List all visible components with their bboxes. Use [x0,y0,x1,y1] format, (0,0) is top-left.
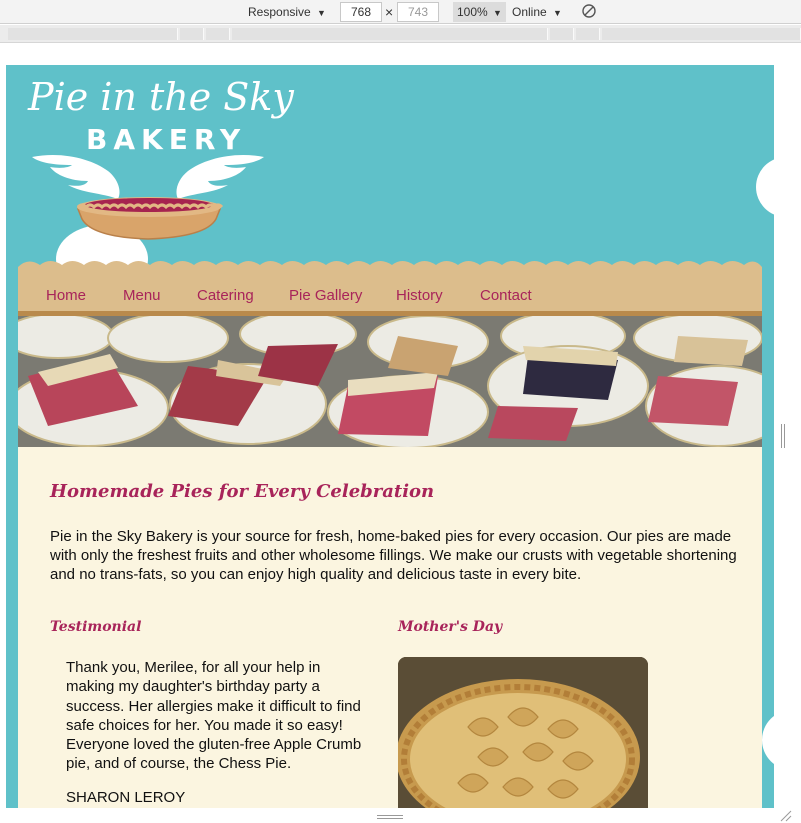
testimonial-author: SHARON LEROY [66,789,186,806]
page-viewport: Pie in the Sky BAKERY Home Menu Catering… [6,65,774,808]
nav-item-contact[interactable]: Contact [480,287,532,304]
dimension-separator: × [385,4,394,20]
height-input[interactable]: 743 [397,2,439,22]
hero-pie-slices-image [18,316,762,447]
page-title: Homemade Pies for Every Celebration [50,481,435,502]
viewport-gutter-right [774,43,801,823]
mothers-day-pie-image [398,657,648,808]
testimonial-heading: Testimonial [50,619,142,635]
zoom-label: 100% [457,5,488,19]
device-select[interactable]: Responsive ▼ [248,4,326,20]
testimonial-quote: Thank you, Merilee, for all your help in… [66,659,362,773]
resize-handle-right[interactable] [781,424,785,448]
nav-item-home[interactable]: Home [46,287,86,304]
device-label: Responsive [248,5,311,19]
bakery-logo[interactable]: Pie in the Sky BAKERY [22,71,294,271]
resize-corner-icon[interactable] [779,810,793,822]
intro-paragraph: Pie in the Sky Bakery is your source for… [50,528,737,583]
nav-item-pie-gallery[interactable]: Pie Gallery [289,287,362,304]
network-label: Online [512,5,547,19]
chevron-down-icon: ▼ [553,8,562,18]
media-query-ruler[interactable] [0,25,801,43]
width-input[interactable]: 768 [340,2,382,22]
devtools-toolbar: Responsive ▼ 768 × 743 100% ▼ Online ▼ [0,0,801,24]
chevron-down-icon: ▼ [493,8,502,18]
mothers-day-heading: Mother's Day [398,619,503,635]
nav-item-catering[interactable]: Catering [197,287,254,304]
zoom-select[interactable]: 100% ▼ [453,2,506,22]
resize-handle-bottom[interactable] [377,815,403,819]
cloud-decoration [762,710,774,770]
winged-pie-icon [32,154,264,271]
chevron-down-icon: ▼ [317,8,326,18]
nav-item-menu[interactable]: Menu [123,287,161,304]
network-select[interactable]: Online ▼ [512,4,562,20]
cloud-decoration [756,157,774,217]
main-content: Homemade Pies for Every Celebration Pie … [18,447,762,808]
nav-item-history[interactable]: History [396,287,443,304]
rotate-icon[interactable] [581,3,597,19]
